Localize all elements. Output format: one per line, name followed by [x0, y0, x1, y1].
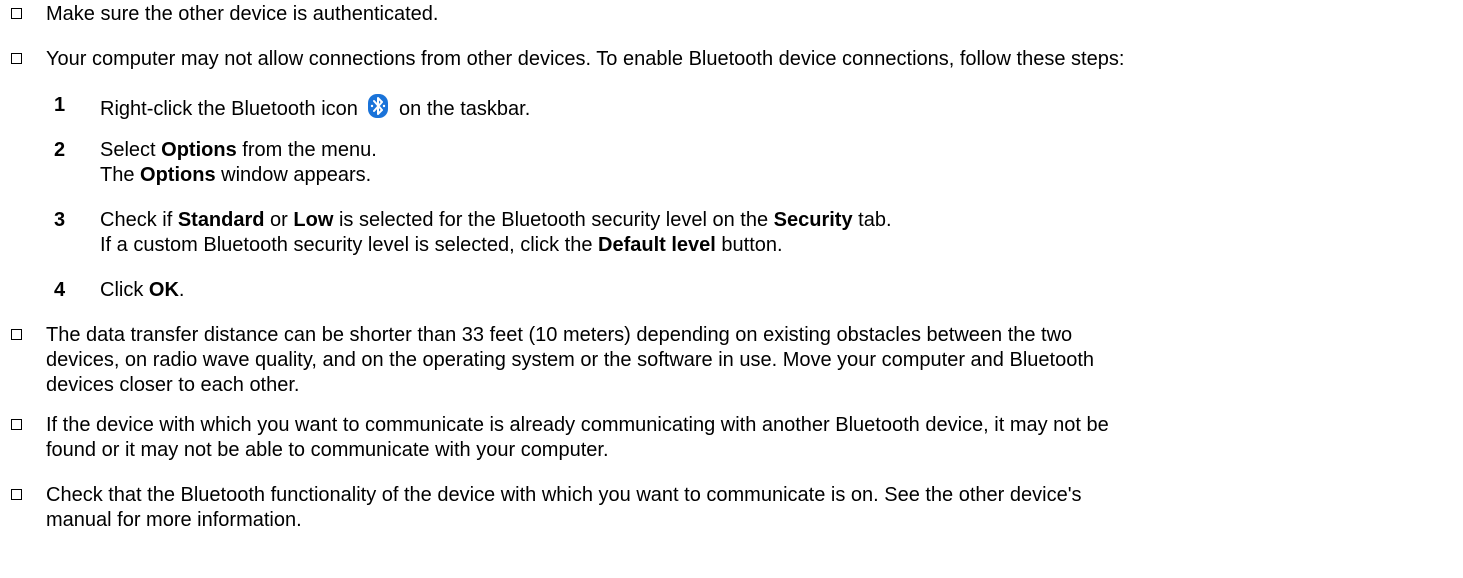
step-text-part: Right-click the Bluetooth icon [100, 98, 358, 120]
bullet-text: devices closer to each other. [46, 374, 300, 396]
bullet-text: manual for more information. [46, 509, 302, 531]
step-text-part: If a custom Bluetooth security level is … [100, 234, 598, 256]
step-text: Click OK. [100, 278, 184, 302]
bullet-text: devices, on radio wave quality, and on t… [46, 349, 1094, 371]
ui-term-low: Low [293, 209, 334, 231]
checkbox-bullet [11, 53, 22, 64]
document-page: Make sure the other device is authentica… [0, 0, 1463, 578]
ui-term-options: Options [161, 139, 237, 161]
bullet-text: If the device with which you want to com… [46, 414, 1109, 436]
bullet-text: Check that the Bluetooth functionality o… [46, 484, 1082, 506]
step-text-part: Check if [100, 209, 178, 231]
step-text-part: on the taskbar. [399, 98, 531, 120]
step-text-part: button. [715, 234, 783, 256]
bluetooth-icon [367, 93, 389, 119]
step-text-part: or [264, 209, 294, 231]
checkbox-bullet [11, 329, 22, 340]
step-text: Check if Standard or Low is selected for… [100, 208, 892, 232]
step-text-part: Click [100, 279, 149, 301]
step-text-part: . [178, 279, 185, 301]
checkbox-bullet [11, 489, 22, 500]
checkbox-bullet [11, 8, 22, 19]
ui-term-ok: OK [148, 279, 179, 301]
step-text: Right-click the Bluetooth icon on the ta… [100, 93, 530, 121]
step-text-part: Select [100, 139, 162, 161]
step-text-part: from the menu. [236, 139, 377, 161]
ui-term-default-level: Default level [598, 234, 716, 256]
step-text: Select Options from the menu. [100, 138, 377, 162]
ui-term-standard: Standard [177, 209, 265, 231]
step-text-part: is selected for the Bluetooth security l… [333, 209, 774, 231]
bullet-text: Your computer may not allow connections … [46, 48, 1125, 70]
step-number: 1 [54, 94, 66, 116]
step-text: If a custom Bluetooth security level is … [100, 233, 783, 257]
step-text-part: window appears. [215, 164, 372, 186]
step-number: 3 [54, 209, 66, 231]
ui-term-options: Options [140, 164, 216, 186]
step-number: 4 [54, 279, 66, 301]
bullet-text: found or it may not be able to communica… [46, 439, 609, 461]
step-number: 2 [54, 139, 66, 161]
checkbox-bullet [11, 419, 22, 430]
ui-term-security: Security [773, 209, 853, 231]
step-text-part: tab. [852, 209, 892, 231]
bullet-text: Make sure the other device is authentica… [46, 3, 439, 25]
bullet-text: The data transfer distance can be shorte… [46, 324, 1073, 346]
step-text: The Options window appears. [100, 163, 371, 187]
step-text-part: The [100, 164, 141, 186]
